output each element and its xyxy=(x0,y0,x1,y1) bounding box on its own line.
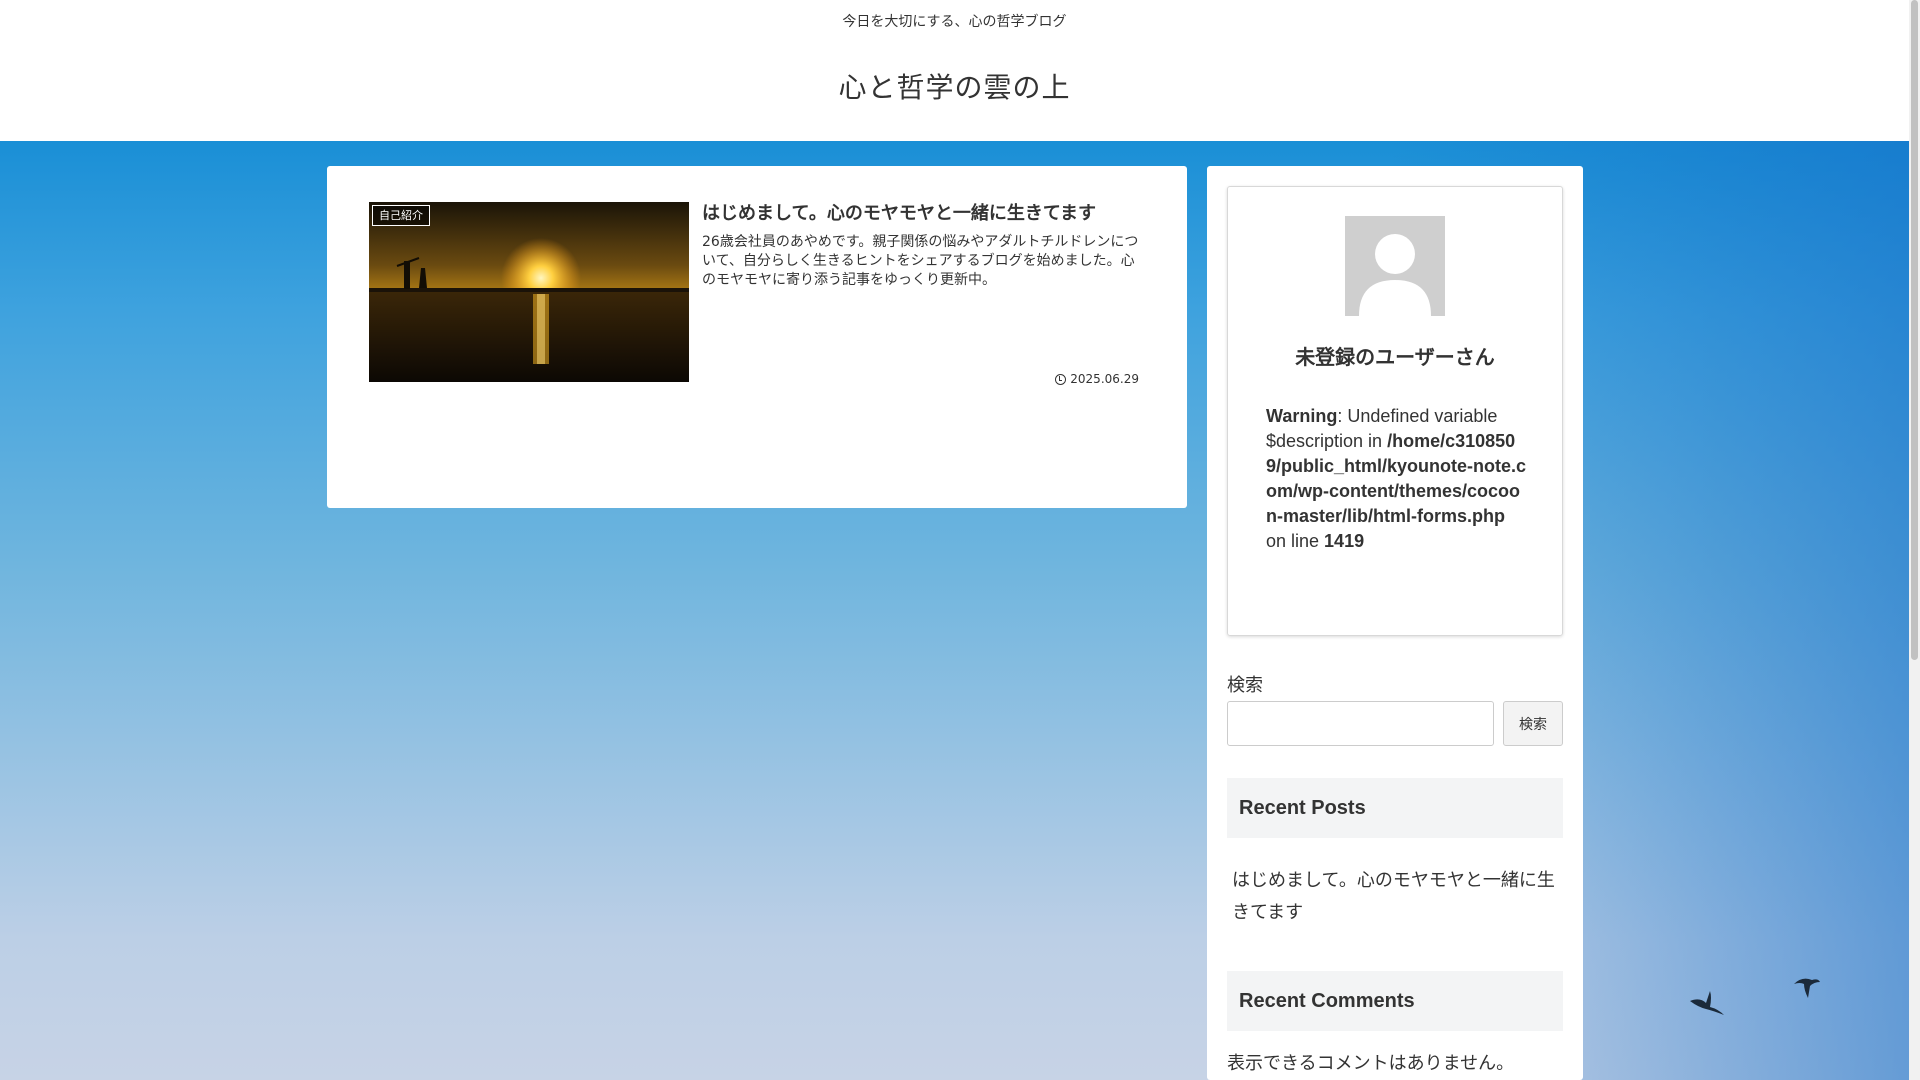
sidebar: 未登録のユーザーさん Warning: Undefined variable $… xyxy=(1207,166,1583,1080)
recent-posts-heading: Recent Posts xyxy=(1227,778,1563,838)
user-placeholder-icon xyxy=(1345,216,1445,316)
category-label[interactable]: 自己紹介 xyxy=(372,205,430,226)
bird-icon xyxy=(1690,991,1724,1015)
entry-title[interactable]: はじめまして。心のモヤモヤと一緒に生きてます xyxy=(702,202,1142,226)
no-comments-text: 表示できるコメントはありません。 xyxy=(1227,1053,1515,1074)
warning-line-number: 1419 xyxy=(1324,531,1365,551)
site-title[interactable]: 心と哲学の雲の上 xyxy=(0,66,1909,106)
search-button[interactable]: 検索 xyxy=(1503,701,1563,746)
bird-icon xyxy=(1794,978,1820,998)
entry-date-text: 2025.06.29 xyxy=(1070,372,1139,386)
scrollbar-thumb[interactable] xyxy=(1911,0,1918,660)
warning-on-line: on line xyxy=(1266,531,1325,551)
author-name: 未登録のユーザーさん xyxy=(1295,345,1495,369)
search-input[interactable] xyxy=(1227,701,1494,746)
site-tagline: 今日を大切にする、心の哲学ブログ xyxy=(842,14,1067,30)
main-content-card: 自己紹介 はじめまして。心のモヤモヤと一緒に生きてます 26歳会社員のあやめです… xyxy=(327,166,1187,508)
recent-comments-heading: Recent Comments xyxy=(1227,971,1563,1031)
entry-snippet: 26歳会社員のあやめです。親子関係の悩みやアダルトチルドレンについて、自分らしく… xyxy=(702,234,1139,288)
sunset-photo-icon xyxy=(369,202,689,382)
author-profile-box: 未登録のユーザーさん Warning: Undefined variable $… xyxy=(1227,186,1563,636)
php-warning-text: Warning: Undefined variable $description… xyxy=(1266,404,1528,554)
recent-post-link[interactable]: はじめまして。心のモヤモヤと一緒に生きてます xyxy=(1232,865,1562,929)
page-scrollbar[interactable] xyxy=(1909,0,1920,1080)
entry-card[interactable]: 自己紹介 はじめまして。心のモヤモヤと一緒に生きてます 26歳会社員のあやめです… xyxy=(369,202,1149,386)
search-label: 検索 xyxy=(1227,675,1263,696)
clock-icon xyxy=(1055,373,1067,385)
entry-date: 2025.06.29 xyxy=(1055,372,1139,386)
site-header: 今日を大切にする、心の哲学ブログ 心と哲学の雲の上 xyxy=(0,0,1909,141)
warning-label: Warning xyxy=(1266,406,1338,426)
entry-thumbnail[interactable]: 自己紹介 xyxy=(369,202,689,382)
